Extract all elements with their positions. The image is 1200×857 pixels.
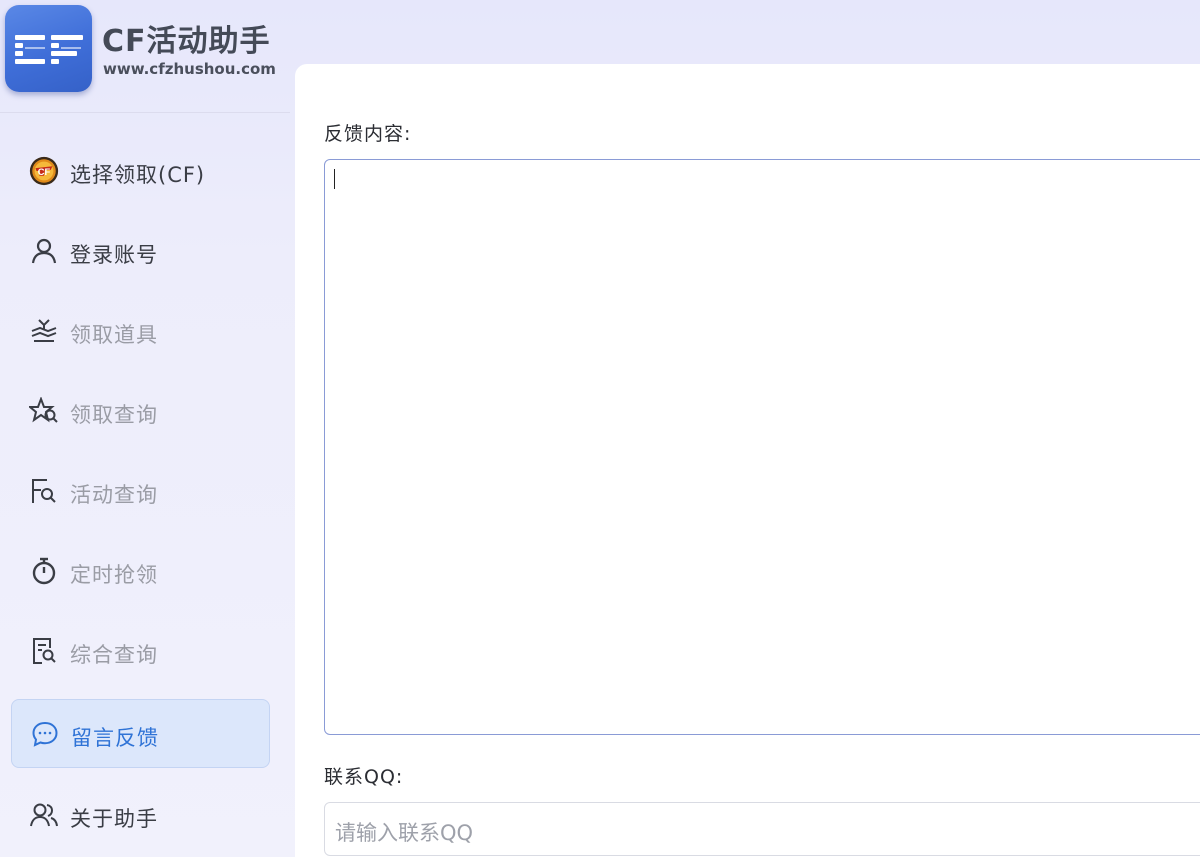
users-icon [28,799,60,831]
sidebar-item-receive-query[interactable]: 领取查询 [11,377,270,446]
star-search-icon [28,395,60,427]
sidebar-item-label: 选择领取(CF) [70,163,206,187]
sidebar-item-login[interactable]: 登录账号 [11,217,270,286]
qq-input[interactable]: 请输入联系QQ [324,802,1200,856]
sidebar-item-label: 领取查询 [70,403,158,427]
feedback-panel: 反馈内容: 联系QQ: 请输入联系QQ [295,64,1200,857]
chat-bubble-icon [29,718,61,750]
document-search-icon [28,635,60,667]
app-logo [5,5,92,92]
user-icon [28,235,60,267]
svg-text:CF: CF [38,166,51,177]
sidebar-item-feedback[interactable]: 留言反馈 [11,699,270,768]
sidebar-item-label: 领取道具 [70,323,158,347]
gift-receive-icon [28,315,60,347]
text-caret [334,169,335,189]
qq-label: 联系QQ: [324,766,404,788]
feedback-textarea[interactable] [324,159,1200,735]
sidebar-item-label: 综合查询 [70,643,158,667]
sidebar-nav: CF 选择领取(CF) 登录账号 领取道具 领取查询 活动查询 定时抢领 综合查… [0,113,295,857]
qq-input-placeholder: 请输入联系QQ [335,821,474,845]
cf-logo-icon [15,35,83,64]
sidebar-item-label: 活动查询 [70,483,158,507]
sidebar-item-receive-items[interactable]: 领取道具 [11,297,270,366]
stopwatch-icon [28,555,60,587]
app-url: www.cfzhushou.com [103,60,276,78]
cf-logo-icon: CF [28,155,60,187]
sidebar-item-label: 定时抢领 [70,563,158,587]
sidebar-item-label: 关于助手 [70,807,158,831]
feedback-label: 反馈内容: [324,123,412,145]
sidebar-item-label: 留言反馈 [71,726,159,750]
sidebar-item-comprehensive-query[interactable]: 综合查询 [11,617,270,686]
sidebar-item-timed-grab[interactable]: 定时抢领 [11,537,270,606]
sidebar-item-activity-query[interactable]: 活动查询 [11,457,270,526]
sidebar-item-select-cf[interactable]: CF 选择领取(CF) [11,137,270,206]
sidebar-item-about[interactable]: 关于助手 [11,781,270,850]
brand-header: CF活动助手 www.cfzhushou.com [0,0,295,112]
sidebar-item-label: 登录账号 [70,243,158,267]
app-title: CF活动助手 [102,24,271,59]
flag-search-icon [28,475,60,507]
